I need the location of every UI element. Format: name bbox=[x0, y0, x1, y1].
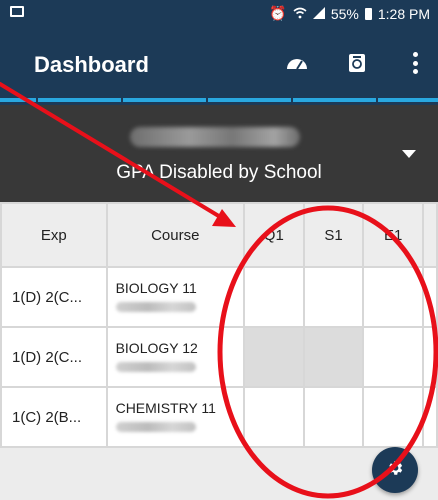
report-card-icon[interactable] bbox=[344, 50, 370, 76]
teacher-redacted bbox=[115, 302, 196, 312]
table-row[interactable]: 1(D) 2(C... BIOLOGY 12 bbox=[0, 326, 438, 388]
header-q1[interactable]: Q1 bbox=[242, 202, 305, 268]
settings-fab[interactable] bbox=[372, 447, 418, 493]
row-exp: 1(D) 2(C... bbox=[0, 326, 108, 388]
page-title: Dashboard bbox=[34, 52, 149, 77]
grade-e1-cell[interactable] bbox=[362, 386, 425, 448]
grades-table: Exp Course Q1 S1 E1 1(D) 2(C... BIOLOGY … bbox=[0, 202, 438, 448]
app-bar: Dashboard bbox=[0, 26, 438, 98]
grade-q1-cell[interactable] bbox=[242, 266, 305, 328]
grade-q1-cell[interactable] bbox=[242, 326, 305, 388]
overflow-menu-icon[interactable] bbox=[412, 52, 418, 74]
teacher-redacted bbox=[115, 362, 196, 372]
mail-icon bbox=[10, 6, 24, 17]
gpa-status: GPA Disabled by School bbox=[116, 162, 322, 183]
header-s1[interactable]: S1 bbox=[302, 202, 365, 268]
grade-s1-cell[interactable] bbox=[302, 386, 365, 448]
grade-s1-cell[interactable] bbox=[302, 326, 365, 388]
table-header-row: Exp Course Q1 S1 E1 bbox=[0, 202, 438, 268]
grade-e1-cell[interactable] bbox=[362, 326, 425, 388]
grade-s1-cell[interactable] bbox=[302, 266, 365, 328]
course-name: CHEMISTRY 11 bbox=[115, 400, 216, 416]
wifi-icon bbox=[293, 6, 307, 22]
teacher-redacted bbox=[115, 422, 196, 432]
gauge-icon[interactable] bbox=[284, 50, 310, 76]
row-course[interactable]: CHEMISTRY 11 bbox=[105, 386, 245, 448]
table-row[interactable]: 1(C) 2(B... CHEMISTRY 11 bbox=[0, 386, 438, 448]
header-course[interactable]: Course bbox=[105, 202, 245, 268]
tab-indicator-strip bbox=[0, 98, 438, 105]
chevron-down-icon[interactable] bbox=[402, 150, 416, 158]
grade-q1-cell[interactable] bbox=[242, 386, 305, 448]
header-exp[interactable]: Exp bbox=[0, 202, 108, 268]
student-header[interactable]: GPA Disabled by School bbox=[0, 105, 438, 202]
status-time: 1:28 PM bbox=[377, 5, 430, 22]
status-icons: ⏰ 55% 1:28 PM bbox=[269, 5, 430, 22]
alarm-icon: ⏰ bbox=[269, 5, 287, 21]
table-row[interactable]: 1(D) 2(C... BIOLOGY 11 bbox=[0, 266, 438, 328]
row-exp: 1(C) 2(B... bbox=[0, 386, 108, 448]
header-overflow bbox=[422, 202, 438, 268]
overflow-cell bbox=[422, 326, 438, 388]
header-e1[interactable]: E1 bbox=[362, 202, 425, 268]
battery-percent: 55% bbox=[330, 5, 359, 22]
course-name: BIOLOGY 11 bbox=[115, 280, 197, 296]
course-name: BIOLOGY 12 bbox=[115, 340, 198, 356]
row-course[interactable]: BIOLOGY 12 bbox=[105, 326, 245, 388]
battery-icon bbox=[364, 7, 372, 20]
row-exp: 1(D) 2(C... bbox=[0, 266, 108, 328]
overflow-cell bbox=[422, 386, 438, 448]
signal-icon bbox=[312, 6, 325, 22]
student-name-redacted bbox=[130, 127, 300, 147]
row-course[interactable]: BIOLOGY 11 bbox=[105, 266, 245, 328]
status-bar: ⏰ 55% 1:28 PM bbox=[0, 0, 438, 26]
gear-icon bbox=[386, 459, 404, 482]
overflow-cell bbox=[422, 266, 438, 328]
grade-e1-cell[interactable] bbox=[362, 266, 425, 328]
